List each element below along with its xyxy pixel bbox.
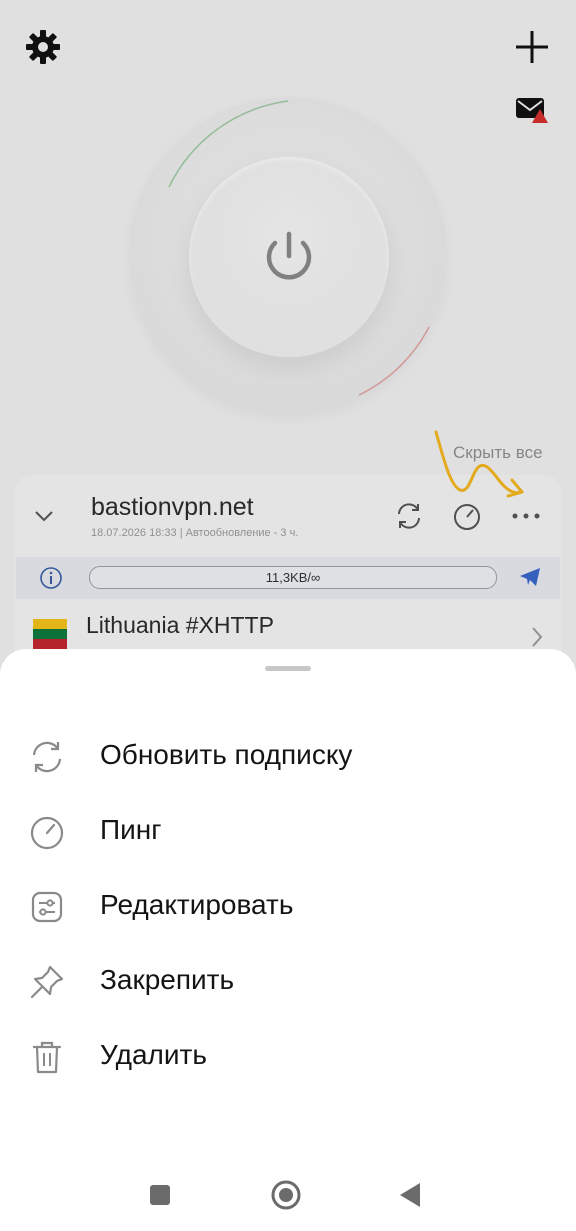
square-icon — [150, 1185, 170, 1205]
plus-icon — [516, 31, 548, 63]
menu-item-label: Пинг — [100, 814, 162, 845]
mail-alert-icon — [516, 98, 548, 123]
nav-home-button[interactable] — [270, 1179, 302, 1211]
gear-icon — [26, 30, 60, 64]
power-icon — [266, 231, 312, 280]
menu-item-ping[interactable]: Пинг — [0, 800, 576, 864]
menu-item-refresh-subscription[interactable]: Обновить подписку — [0, 725, 576, 789]
nav-back-button[interactable] — [398, 1181, 424, 1209]
pin-icon — [30, 965, 64, 999]
menu-item-label: Обновить подписку — [100, 739, 353, 770]
telegram-icon[interactable] — [518, 566, 542, 588]
menu-item-label: Закрепить — [100, 964, 235, 995]
home-circle-icon — [271, 1180, 301, 1210]
menu-item-label: Удалить — [100, 1039, 207, 1070]
menu-item-delete[interactable]: Удалить — [0, 1025, 576, 1089]
subscription-title: bastionvpn.net — [91, 493, 254, 521]
speedometer-icon[interactable] — [451, 500, 483, 532]
server-name[interactable]: Lithuania #XHTTP — [86, 612, 274, 639]
menu-item-label: Редактировать — [100, 889, 294, 920]
back-triangle-icon — [400, 1183, 420, 1207]
info-icon[interactable] — [39, 566, 63, 590]
subscription-meta: 18.07.2026 18:33 | Автообновление - 3 ч. — [91, 527, 299, 539]
speedometer-icon — [30, 816, 64, 850]
traffic-usage: 11,3KB/∞ — [89, 566, 497, 589]
chevron-down-icon[interactable] — [33, 505, 55, 527]
sheet-drag-handle[interactable] — [265, 666, 311, 671]
refresh-icon[interactable] — [393, 500, 425, 532]
sliders-icon — [31, 891, 63, 923]
trash-icon — [32, 1041, 62, 1074]
refresh-icon — [32, 741, 62, 773]
add-button[interactable] — [514, 29, 550, 65]
messages-button[interactable] — [514, 95, 550, 125]
menu-item-pin[interactable]: Закрепить — [0, 950, 576, 1014]
menu-item-edit[interactable]: Редактировать — [0, 875, 576, 939]
chevron-right-icon[interactable] — [530, 626, 544, 648]
lithuania-flag-icon — [33, 619, 67, 649]
more-dots-icon[interactable] — [510, 508, 542, 524]
annotation-arrow — [434, 430, 524, 498]
settings-button[interactable] — [23, 27, 63, 67]
nav-recents-button[interactable] — [148, 1183, 172, 1207]
